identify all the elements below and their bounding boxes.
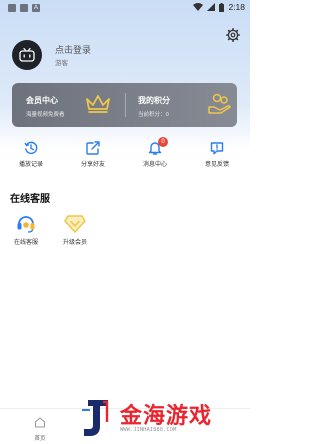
nav-home-label: 首页 [34, 436, 46, 442]
tv-logo-icon [19, 48, 35, 62]
feedback-button[interactable]: 意见反馈 [197, 141, 237, 168]
message-center-button[interactable]: 0 消息中心 [135, 137, 175, 168]
share-friends-button[interactable]: 分享好友 [73, 141, 113, 168]
my-points-subtitle: 当前积分：0 [138, 112, 169, 118]
nav-home-tab[interactable]: 首页 [30, 413, 50, 442]
header-background [0, 0, 250, 150]
settings-gear-icon[interactable] [226, 28, 240, 42]
crown-icon [86, 95, 110, 113]
message-center-label: 消息中心 [142, 161, 167, 168]
upgrade-vip-button[interactable]: 升级会员 [53, 213, 97, 246]
vip-center-title: 会员中心 [26, 96, 58, 105]
membership-card: 会员中心 海量视频免费看 我的积分 当前积分：0 [12, 83, 237, 127]
watermark-text: 金海游戏 [120, 404, 213, 429]
headset-icon [17, 216, 35, 233]
site-watermark: 金海游戏 WWW.JINHAI888.COM [80, 394, 250, 444]
login-link[interactable]: 点击登录 [55, 43, 91, 56]
guest-label: 游客 [55, 59, 68, 67]
gallery-icon [8, 4, 16, 12]
diamond-icon [64, 215, 86, 233]
home-icon [34, 417, 46, 428]
coin-hand-icon [208, 93, 231, 114]
status-bar-left: A [8, 4, 40, 12]
j-logo-icon [82, 400, 109, 436]
online-service-button[interactable]: 在线客服 [4, 213, 48, 246]
my-points-button[interactable]: 我的积分 当前积分：0 [126, 83, 237, 127]
status-time: 2:18 [228, 2, 245, 12]
battery-icon [219, 2, 225, 12]
wifi-icon [193, 3, 204, 11]
vip-center-button[interactable]: 会员中心 海量视频免费看 [12, 83, 125, 127]
clipboard-icon [20, 4, 28, 12]
avatar[interactable] [12, 40, 42, 70]
feedback-label: 意见反馈 [204, 161, 229, 168]
share-icon [86, 141, 100, 155]
message-badge: 0 [158, 137, 168, 147]
status-bar: A 2:18 [0, 0, 250, 16]
online-service-label: 在线客服 [13, 239, 38, 246]
text-a-icon: A [32, 4, 40, 12]
share-friends-label: 分享好友 [80, 161, 105, 168]
status-bar-right: 2:18 [193, 2, 245, 12]
history-icon [24, 141, 38, 155]
play-history-button[interactable]: 播放记录 [11, 141, 51, 168]
service-section-title: 在线客服 [10, 194, 50, 205]
vip-center-subtitle: 海量视频免费看 [26, 112, 65, 118]
play-history-label: 播放记录 [18, 161, 43, 168]
feedback-icon [210, 142, 224, 155]
upgrade-vip-label: 升级会员 [62, 239, 87, 246]
my-points-title: 我的积分 [138, 96, 170, 105]
watermark-url: WWW.JINHAI888.COM [120, 427, 177, 433]
signal-icon [207, 3, 216, 11]
